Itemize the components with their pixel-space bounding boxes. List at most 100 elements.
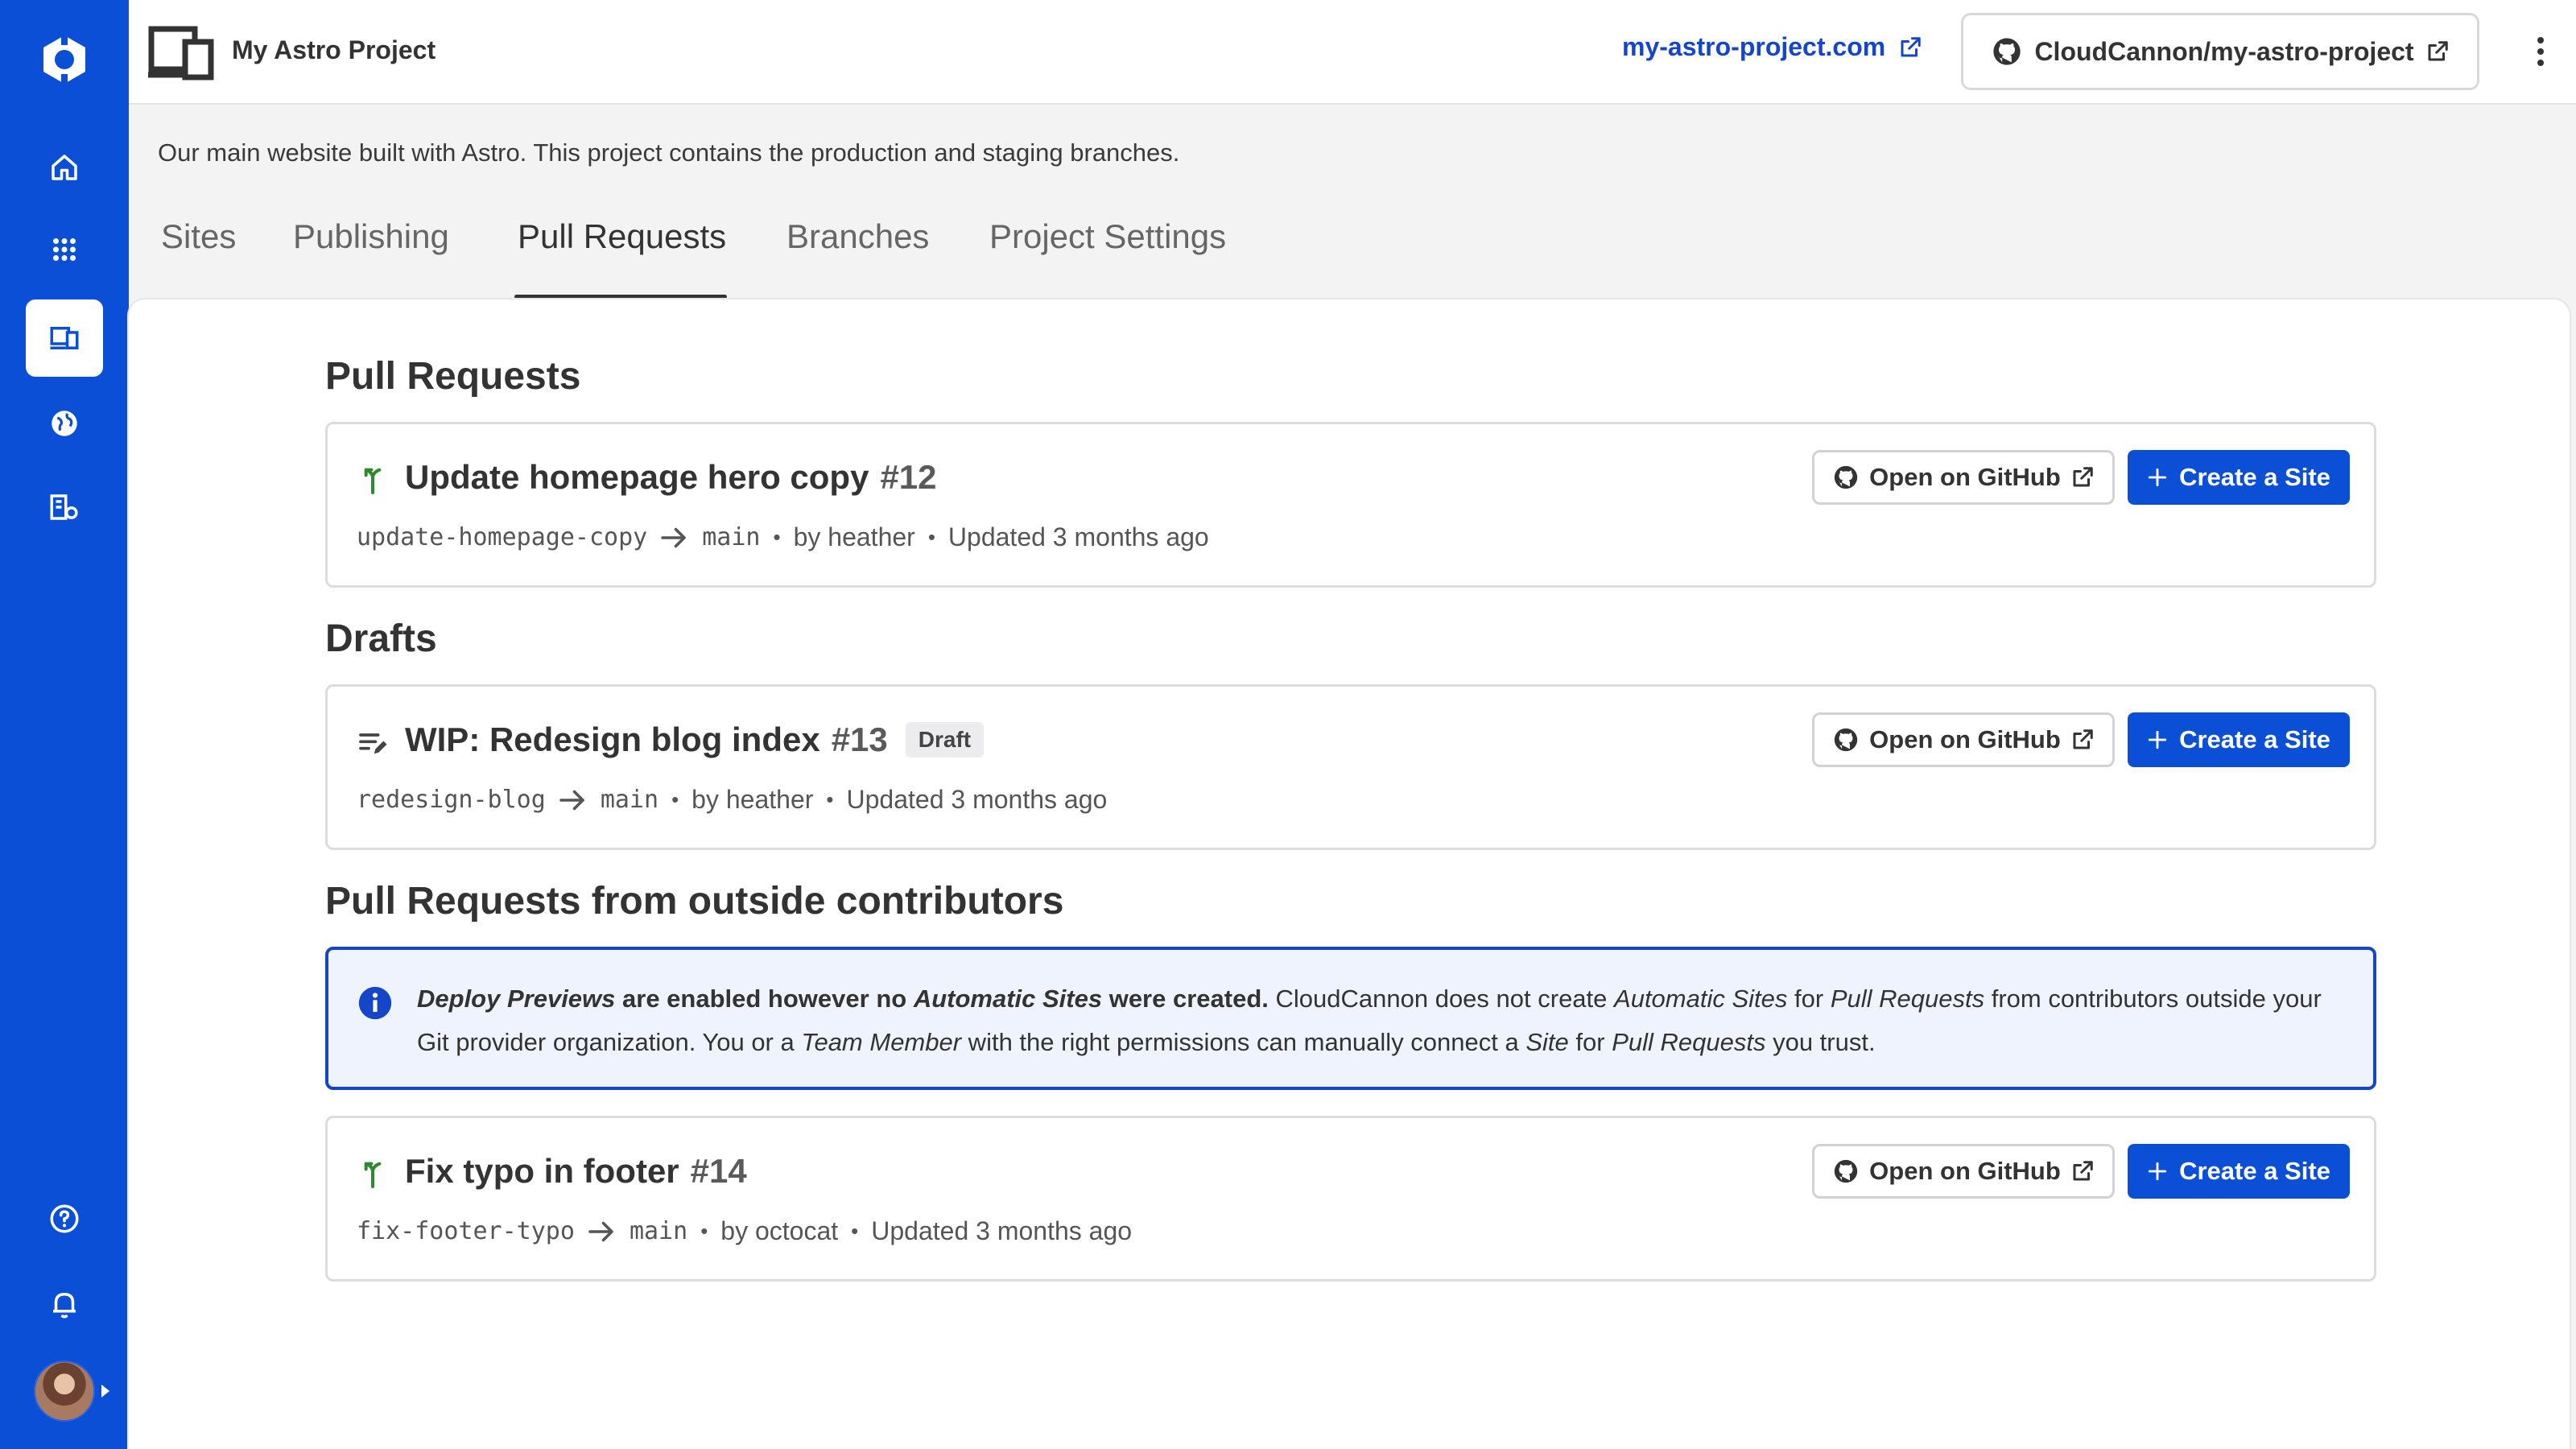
pull-request-number: #12 [880, 458, 937, 496]
more-options-icon[interactable] [2524, 32, 2557, 71]
info-icon [358, 986, 392, 1020]
source-branch: update-homepage-copy [357, 523, 648, 551]
arrow-right-icon [661, 527, 687, 547]
cloudcannon-logo-icon[interactable] [37, 32, 92, 87]
open-on-github-label: Open on GitHub [1869, 725, 2061, 753]
pull-request-title[interactable]: WIP: Redesign blog index #13 Draft [405, 720, 985, 759]
grid-icon [53, 238, 76, 261]
github-icon [1835, 728, 1858, 752]
devices-icon [148, 26, 214, 80]
project-title: My Astro Project [232, 35, 436, 64]
avatar[interactable] [34, 1360, 95, 1422]
pull-request-card: Fix typo in footer #14 fix-footer-typo m… [325, 1116, 2376, 1282]
notice-term: Deploy Previews [417, 985, 616, 1013]
external-link-icon [1901, 36, 1921, 56]
top-header: My Astro Project my-astro-project.com Cl… [129, 0, 2576, 105]
create-site-button[interactable]: Create a Site [2128, 450, 2350, 505]
github-icon [1835, 1159, 1858, 1183]
pull-request-meta: update-homepage-copy main • by heather •… [357, 522, 1209, 552]
notice-fragment: CloudCannon does not create [1268, 985, 1615, 1013]
updated-time: Updated 3 months ago [846, 785, 1108, 814]
bell-icon [53, 1293, 76, 1319]
author: by octocat [720, 1216, 839, 1245]
open-on-github-button[interactable]: Open on GitHub [1812, 1144, 2115, 1199]
sidebar [0, 0, 129, 1449]
notice-fragment: are enabled however no [615, 985, 914, 1013]
tab-publishing[interactable]: Publishing [293, 217, 449, 256]
separator-dot: • [851, 1219, 859, 1243]
target-branch: main [600, 786, 659, 814]
info-notice: Deploy Previews are enabled however no A… [325, 947, 2376, 1090]
site-link-label: my-astro-project.com [1622, 32, 1886, 61]
notice-fragment: for [1568, 1028, 1612, 1056]
external-link-icon [2073, 467, 2093, 487]
repository-label: CloudCannon/my-astro-project [2034, 36, 2414, 66]
pull-request-name: Fix typo in footer [405, 1152, 679, 1190]
arrow-right-icon [588, 1221, 613, 1241]
sidebar-apps[interactable] [26, 211, 103, 288]
create-site-label: Create a Site [2179, 463, 2330, 491]
author: by heather [793, 522, 915, 551]
github-icon [1993, 38, 2021, 65]
pull-request-title[interactable]: Update homepage hero copy #12 [405, 458, 937, 497]
target-branch: main [702, 523, 761, 551]
separator-dot: • [927, 525, 935, 549]
source-branch: redesign-blog [357, 786, 546, 814]
external-link-icon [2428, 41, 2448, 61]
plus-icon [2148, 1162, 2167, 1181]
sidebar-home[interactable] [26, 129, 103, 206]
building-settings-icon [50, 494, 78, 520]
arrow-right-icon [559, 790, 584, 810]
pull-request-name: Update homepage hero copy [405, 458, 869, 496]
sidebar-help[interactable] [26, 1180, 103, 1257]
site-link[interactable]: my-astro-project.com [1622, 32, 1922, 62]
tab-branches[interactable]: Branches [786, 217, 929, 256]
target-branch: main [629, 1217, 688, 1245]
open-on-github-button[interactable]: Open on GitHub [1812, 450, 2115, 505]
pull-request-number: #14 [690, 1152, 747, 1190]
updated-time: Updated 3 months ago [871, 1216, 1133, 1245]
pull-request-meta: redesign-blog main • by heather • Update… [357, 785, 1107, 815]
globe-icon [52, 411, 77, 436]
create-site-button[interactable]: Create a Site [2128, 712, 2350, 767]
external-link-icon [2073, 729, 2093, 749]
devices-icon [50, 327, 79, 349]
create-site-label: Create a Site [2179, 1157, 2330, 1185]
sidebar-organization[interactable] [26, 469, 103, 546]
notice-term: Pull Requests [1612, 1028, 1766, 1056]
caret-right-icon[interactable] [100, 1381, 111, 1401]
notice-term: Automatic Sites [1614, 985, 1788, 1013]
external-link-icon [2073, 1161, 2093, 1181]
separator-dot: • [773, 525, 781, 549]
sidebar-notifications[interactable] [26, 1265, 103, 1343]
draft-icon [359, 733, 387, 754]
separator-dot: • [826, 787, 834, 811]
draft-card: WIP: Redesign blog index #13 Draft redes… [325, 684, 2376, 850]
github-icon [1835, 465, 1858, 489]
pull-request-card: Update homepage hero copy #12 update-hom… [325, 422, 2376, 588]
repository-button[interactable]: CloudCannon/my-astro-project [1961, 13, 2479, 90]
tab-sites[interactable]: Sites [161, 217, 236, 256]
pull-request-icon [364, 468, 382, 494]
sidebar-sites[interactable] [26, 385, 103, 462]
section-title-pull-requests: Pull Requests [325, 355, 581, 398]
open-on-github-label: Open on GitHub [1869, 1157, 2061, 1185]
separator-dot: • [671, 787, 679, 811]
tab-pull-requests[interactable]: Pull Requests [518, 217, 726, 256]
notice-text: Deploy Previews are enabled however no A… [417, 977, 2333, 1064]
section-title-drafts: Drafts [325, 617, 437, 660]
sidebar-projects[interactable] [26, 299, 103, 377]
project-description: Our main website built with Astro. This … [158, 138, 1180, 167]
notice-term: Automatic Sites [913, 985, 1103, 1013]
create-site-button[interactable]: Create a Site [2128, 1144, 2350, 1199]
help-icon [50, 1204, 79, 1233]
pull-request-icon [364, 1162, 382, 1188]
open-on-github-button[interactable]: Open on GitHub [1812, 712, 2115, 767]
plus-icon [2148, 468, 2167, 487]
pull-request-meta: fix-footer-typo main • by octocat • Upda… [357, 1216, 1132, 1246]
open-on-github-label: Open on GitHub [1869, 463, 2061, 491]
tab-project-settings[interactable]: Project Settings [989, 217, 1226, 256]
pull-request-title[interactable]: Fix typo in footer #14 [405, 1152, 747, 1191]
notice-fragment: were created. [1102, 985, 1269, 1013]
separator-dot: • [700, 1219, 708, 1243]
